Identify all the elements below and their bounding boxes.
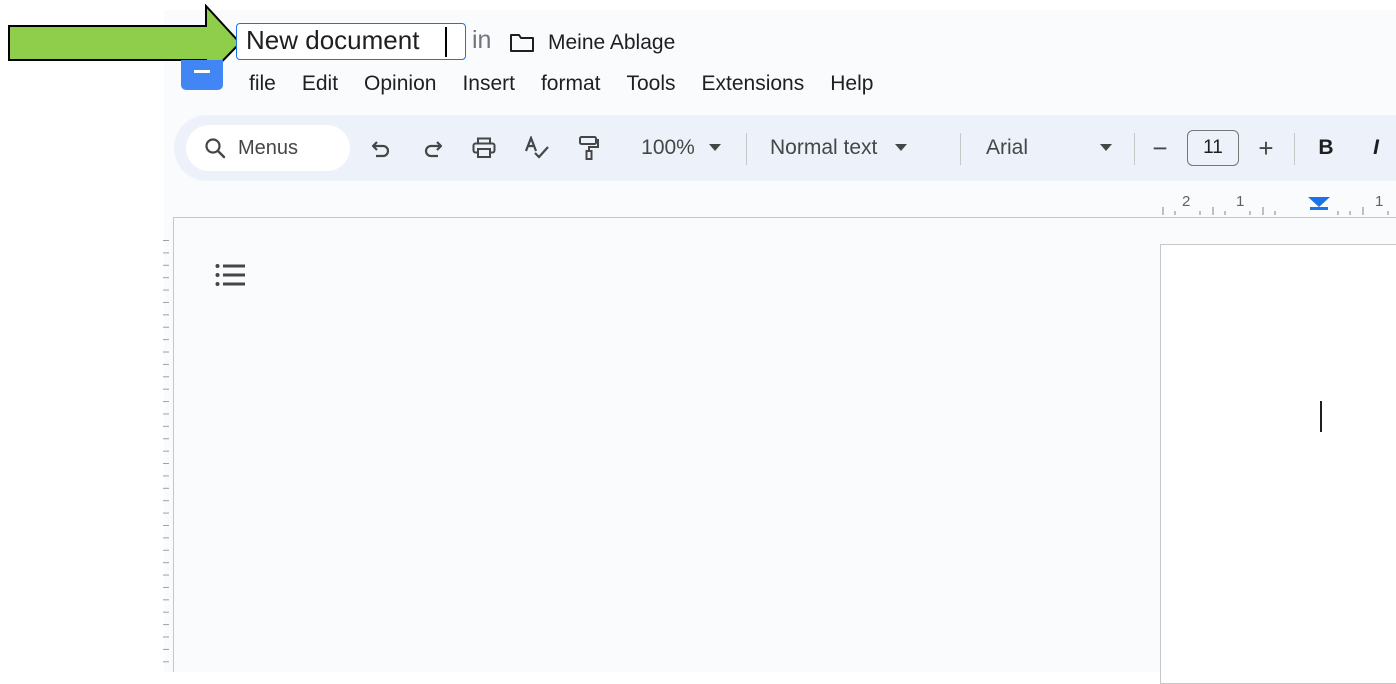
menu-view[interactable]: Opinion (351, 72, 449, 96)
paint-format-icon (579, 136, 599, 160)
folder-name: Meine Ablage (548, 31, 676, 54)
menu-tools[interactable]: Tools (613, 72, 688, 96)
docs-logo[interactable] (181, 60, 223, 90)
document-page[interactable] (1160, 244, 1396, 684)
chevron-down-icon (708, 144, 721, 151)
menu-extensions[interactable]: Extensions (689, 72, 818, 96)
menu-help[interactable]: Help (817, 72, 886, 96)
formatting-toolbar: Menus 100% Normal text Arial − 11 + B I (174, 115, 1396, 181)
undo-button[interactable] (364, 115, 398, 181)
chevron-down-icon (1100, 144, 1112, 151)
in-label: in (472, 26, 492, 54)
toolbar-separator (1134, 133, 1135, 165)
toolbar-separator (960, 133, 961, 165)
paragraph-style-dropdown[interactable]: Normal text (770, 115, 938, 181)
menu-format[interactable]: format (528, 72, 614, 96)
ruler-label: 2 (1182, 193, 1191, 210)
bold-button[interactable]: B (1312, 115, 1340, 181)
redo-button[interactable] (416, 115, 450, 181)
spellcheck-icon (524, 136, 549, 159)
title-text-caret (445, 27, 447, 57)
ruler-ticks (1162, 197, 1389, 215)
italic-button[interactable]: I (1362, 115, 1390, 181)
horizontal-ruler[interactable]: 2 1 1 (1158, 193, 1396, 217)
toolbar-separator (746, 133, 747, 165)
toolbar-separator (1294, 133, 1295, 165)
zoom-value: 100% (641, 136, 695, 159)
menu-insert[interactable]: Insert (449, 72, 528, 96)
print-button[interactable] (466, 115, 502, 181)
font-size-input[interactable]: 11 (1187, 130, 1239, 166)
undo-icon (371, 141, 390, 158)
paragraph-style-value: Normal text (770, 136, 878, 159)
font-size-input-wrap: 11 (1186, 115, 1240, 181)
document-text-cursor (1320, 401, 1322, 432)
menu-edit[interactable]: Edit (289, 72, 351, 96)
paint-format-button[interactable] (572, 115, 606, 181)
menu-file[interactable]: file (236, 72, 289, 96)
search-menus-label: Menus (238, 136, 299, 159)
folder-icon (510, 34, 534, 52)
redo-icon (424, 141, 443, 158)
spellcheck-button[interactable] (520, 115, 554, 181)
ruler-label: 1 (1375, 193, 1384, 210)
font-family-value: Arial (986, 136, 1029, 159)
decrease-font-size-button[interactable]: − (1148, 115, 1172, 181)
vertical-ruler[interactable] (163, 240, 175, 672)
search-menus-input[interactable]: Menus (186, 125, 350, 171)
canvas-border (173, 217, 1396, 218)
chevron-down-icon (895, 144, 908, 151)
increase-font-size-button[interactable]: + (1254, 115, 1278, 181)
menu-bar: file Edit Opinion Insert format Tools Ex… (236, 70, 886, 98)
document-outline-icon[interactable] (214, 262, 248, 290)
document-title-input[interactable]: New document (236, 23, 466, 60)
ruler-label: 1 (1236, 193, 1245, 210)
font-family-dropdown[interactable]: Arial (986, 115, 1112, 181)
zoom-dropdown[interactable]: 100% (626, 115, 736, 181)
indent-marker-icon[interactable] (1308, 197, 1330, 207)
print-icon (472, 137, 496, 158)
search-icon (205, 138, 226, 159)
folder-location-button[interactable]: Meine Ablage (509, 30, 675, 56)
